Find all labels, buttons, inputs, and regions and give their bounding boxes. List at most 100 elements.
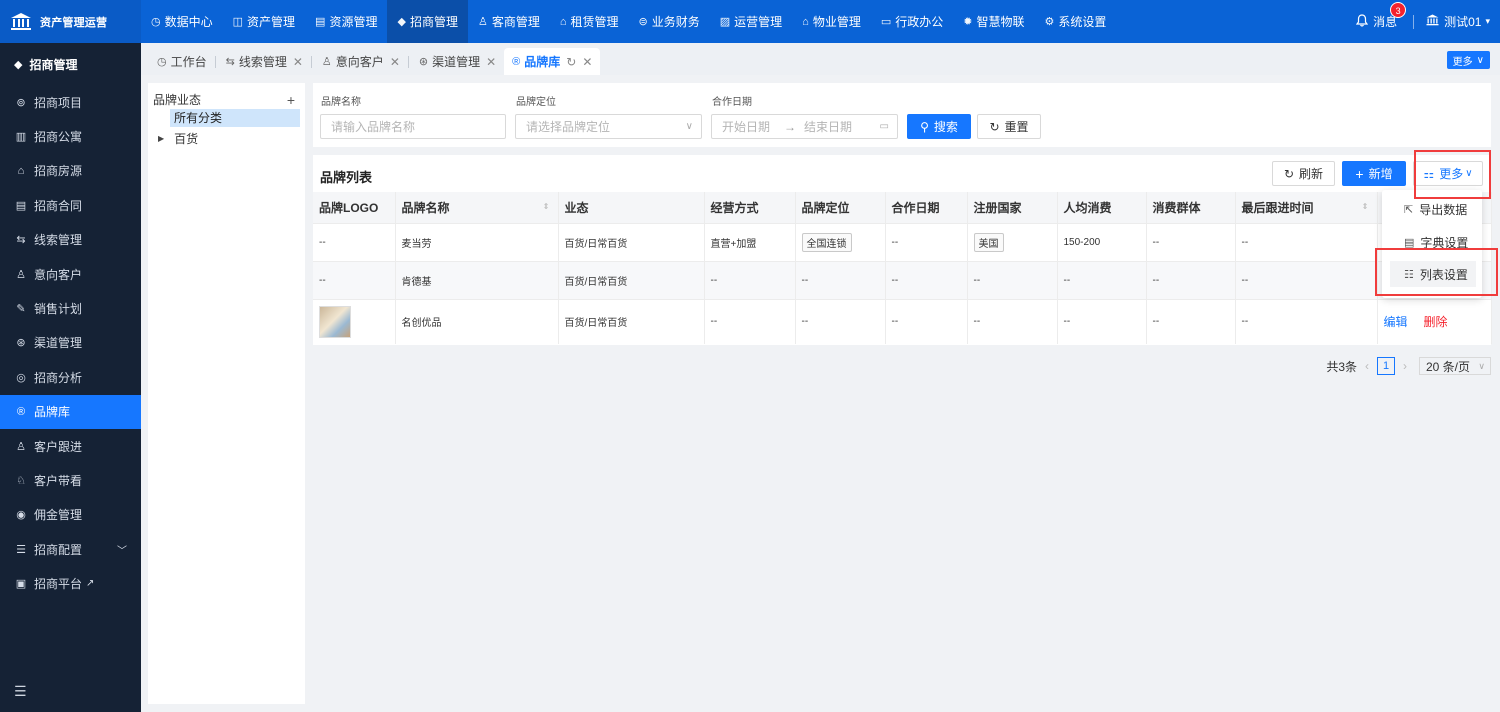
sidebar-item-analysis[interactable]: ◎ 招商分析 bbox=[0, 360, 141, 394]
nav-investment[interactable]: ◆ 招商管理 bbox=[387, 0, 468, 43]
tab-workbench[interactable]: ◷ 工作台 bbox=[149, 48, 224, 75]
page-1[interactable]: 1 bbox=[1377, 357, 1395, 375]
cooperation-date-label: 合作日期 bbox=[712, 97, 752, 108]
table-row[interactable]: -- 麦当劳 百货/日常百货 直营+加盟 全国连锁 -- 美国 150-200 … bbox=[313, 222, 1492, 261]
edit-link[interactable]: 编辑 bbox=[1384, 315, 1408, 329]
caret-right-icon[interactable]: ▶ bbox=[158, 134, 164, 143]
list-more-button[interactable]: ⚏ 更多 ∨ bbox=[1413, 161, 1483, 186]
sidebar-item-leads[interactable]: ⇆ 线索管理 bbox=[0, 223, 141, 257]
sidebar-item-intent-customers[interactable]: ♙ 意向客户 bbox=[0, 257, 141, 291]
channel-icon: ⊛ bbox=[418, 56, 429, 68]
brand-position-select[interactable]: 请选择品牌定位 ∨ bbox=[515, 114, 702, 139]
export-data-item[interactable]: ⇱ 导出数据 bbox=[1390, 196, 1476, 222]
sidebar-item-projects[interactable]: ⊚ 招商项目 bbox=[0, 85, 141, 119]
brand-name-input[interactable]: 请输入品牌名称 bbox=[320, 114, 506, 139]
brand[interactable]: 资产管理运营 bbox=[0, 0, 141, 43]
search-button[interactable]: ⚲ 搜索 bbox=[907, 114, 971, 139]
sidebar-item-platform[interactable]: ▣ 招商平台 ↗ bbox=[0, 566, 141, 600]
divider bbox=[407, 55, 409, 68]
arrow-right-icon: → bbox=[784, 119, 797, 134]
dictionary-settings-item[interactable]: ▤ 字典设置 bbox=[1390, 229, 1476, 255]
placeholder: 请选择品牌定位 bbox=[526, 120, 611, 134]
gear-icon: ⚙ bbox=[1044, 16, 1055, 28]
tab-label: 线索管理 bbox=[238, 55, 287, 69]
collapse-menu-icon[interactable]: ☰ bbox=[14, 683, 27, 700]
sidebar-item-commission[interactable]: ◉ 佣金管理 bbox=[0, 498, 141, 532]
table-row[interactable]: -- 肯德基 百货/日常百货 -- -- -- -- -- -- -- 编 bbox=[313, 260, 1492, 299]
sidebar-item-housing[interactable]: ⌂ 招商房源 bbox=[0, 154, 141, 188]
cell-type: 百货/日常百货 bbox=[558, 260, 705, 299]
page-size-select[interactable]: 20 条/页 ∨ bbox=[1419, 357, 1491, 375]
chevron-left-icon[interactable]: ‹ bbox=[1365, 359, 1369, 373]
cell-avg-spend: 150-200 bbox=[1057, 222, 1147, 261]
refresh-button[interactable]: ↻ 刷新 bbox=[1272, 161, 1335, 186]
nav-label: 资源管理 bbox=[329, 15, 378, 29]
cell-brand-name: 名创优品 bbox=[395, 298, 559, 344]
tag-icon: ◆ bbox=[14, 58, 23, 71]
sidebar-item-sales-plan[interactable]: ✎ 销售计划 bbox=[0, 291, 141, 325]
reset-button[interactable]: ↻ 重置 bbox=[977, 114, 1041, 139]
close-icon[interactable]: ✕ bbox=[486, 55, 496, 69]
nav-office[interactable]: ▭ 行政办公 bbox=[871, 0, 953, 43]
sort-icon[interactable]: ⇕ bbox=[543, 202, 550, 211]
cell-mode: 直营+加盟 bbox=[704, 222, 796, 261]
sidebar-item-follow-up[interactable]: ♙ 客户跟进 bbox=[0, 429, 141, 463]
cell-last-follow: -- bbox=[1235, 222, 1378, 261]
column-settings-item[interactable]: ☷ 列表设置 bbox=[1390, 261, 1476, 287]
cell-mode: -- bbox=[704, 260, 796, 299]
sort-icon[interactable]: ⇕ bbox=[1362, 202, 1369, 211]
messages-button[interactable]: 消息 3 bbox=[1355, 2, 1407, 30]
sidebar-item-label: 意向客户 bbox=[34, 267, 83, 282]
col-logo: 品牌LOGO bbox=[313, 192, 396, 223]
cell-date: -- bbox=[885, 260, 968, 299]
nav-settings[interactable]: ⚙ 系统设置 bbox=[1035, 0, 1117, 43]
sidebar-item-brand-library[interactable]: ® 品牌库 bbox=[0, 394, 141, 429]
brand-logo-image bbox=[319, 305, 351, 338]
table-row[interactable]: 名创优品 百货/日常百货 -- -- -- -- -- -- -- 编辑 删除 bbox=[313, 298, 1492, 344]
chevron-down-icon: ∨ bbox=[685, 121, 693, 132]
tabs-more-button[interactable]: 更多 ∨ bbox=[1446, 51, 1490, 69]
delete-link[interactable]: 删除 bbox=[1424, 315, 1448, 329]
cell-mode: -- bbox=[704, 298, 796, 344]
nav-data-center[interactable]: ◷ 数据中心 bbox=[141, 0, 223, 43]
nav-asset[interactable]: ◫ 资产管理 bbox=[223, 0, 305, 43]
col-brand-name[interactable]: 品牌名称 ⇕ bbox=[395, 192, 559, 223]
chevron-right-icon[interactable]: › bbox=[1403, 359, 1407, 373]
nav-iot[interactable]: ✹ 智慧物联 bbox=[953, 0, 1034, 43]
sidebar-item-contracts[interactable]: ▤ 招商合同 bbox=[0, 188, 141, 222]
nav-lease[interactable]: ⌂ 租赁管理 bbox=[550, 0, 629, 43]
nav-finance[interactable]: ⊜ 业务财务 bbox=[629, 0, 710, 43]
sidebar-item-channels[interactable]: ⊛ 渠道管理 bbox=[0, 326, 141, 360]
user-menu[interactable]: 测试01 ▾ bbox=[1426, 13, 1490, 30]
home-icon: ⌂ bbox=[802, 15, 809, 28]
clock-icon: ◷ bbox=[151, 16, 161, 28]
refresh-icon[interactable]: ↻ bbox=[566, 55, 576, 69]
date-range-picker[interactable]: 开始日期 → 结束日期 ▭ bbox=[711, 114, 898, 139]
nav-label: 业务财务 bbox=[651, 15, 700, 29]
sidebar-item-apartments[interactable]: ▥ 招商公寓 bbox=[0, 119, 141, 153]
sidebar-item-label: 招商分析 bbox=[34, 370, 83, 385]
tree-node-all[interactable]: 所有分类 bbox=[170, 109, 300, 127]
nav-merchant[interactable]: ♙ 客商管理 bbox=[468, 0, 550, 43]
tab-intent-customers[interactable]: ♙ 意向客户 ✕ bbox=[320, 48, 417, 75]
iot-icon: ✹ bbox=[963, 16, 973, 28]
tab-brand-library[interactable]: ® 品牌库 ↻ ✕ bbox=[504, 48, 601, 75]
add-brand-button[interactable]: + 新增 bbox=[1342, 161, 1406, 186]
nav-resource[interactable]: ▤ 资源管理 bbox=[305, 0, 387, 43]
start-date: 开始日期 bbox=[722, 120, 771, 134]
close-icon[interactable]: ✕ bbox=[582, 55, 592, 69]
col-last-follow[interactable]: 最后跟进时间 ⇕ bbox=[1235, 192, 1378, 223]
add-category-icon[interactable]: + bbox=[287, 92, 295, 108]
tab-channels[interactable]: ⊛ 渠道管理 ✕ bbox=[417, 48, 504, 75]
sidebar-item-config[interactable]: ☰ 招商配置 ﹀ bbox=[0, 532, 141, 566]
nav-property[interactable]: ⌂ 物业管理 bbox=[792, 0, 871, 43]
close-icon[interactable]: ✕ bbox=[390, 55, 400, 69]
close-icon[interactable]: ✕ bbox=[293, 55, 303, 69]
tree-title: 品牌业态 bbox=[153, 93, 202, 107]
sidebar-item-viewings[interactable]: ♘ 客户带看 bbox=[0, 463, 141, 497]
tab-leads[interactable]: ⇆ 线索管理 ✕ bbox=[224, 48, 320, 75]
tree-node-department-store[interactable]: ▶ 百货 bbox=[148, 127, 305, 149]
nav-operation[interactable]: ▨ 运营管理 bbox=[710, 0, 792, 43]
external-link-icon: ↗ bbox=[86, 578, 95, 590]
cell-actions: 编辑 删除 bbox=[1377, 298, 1492, 344]
